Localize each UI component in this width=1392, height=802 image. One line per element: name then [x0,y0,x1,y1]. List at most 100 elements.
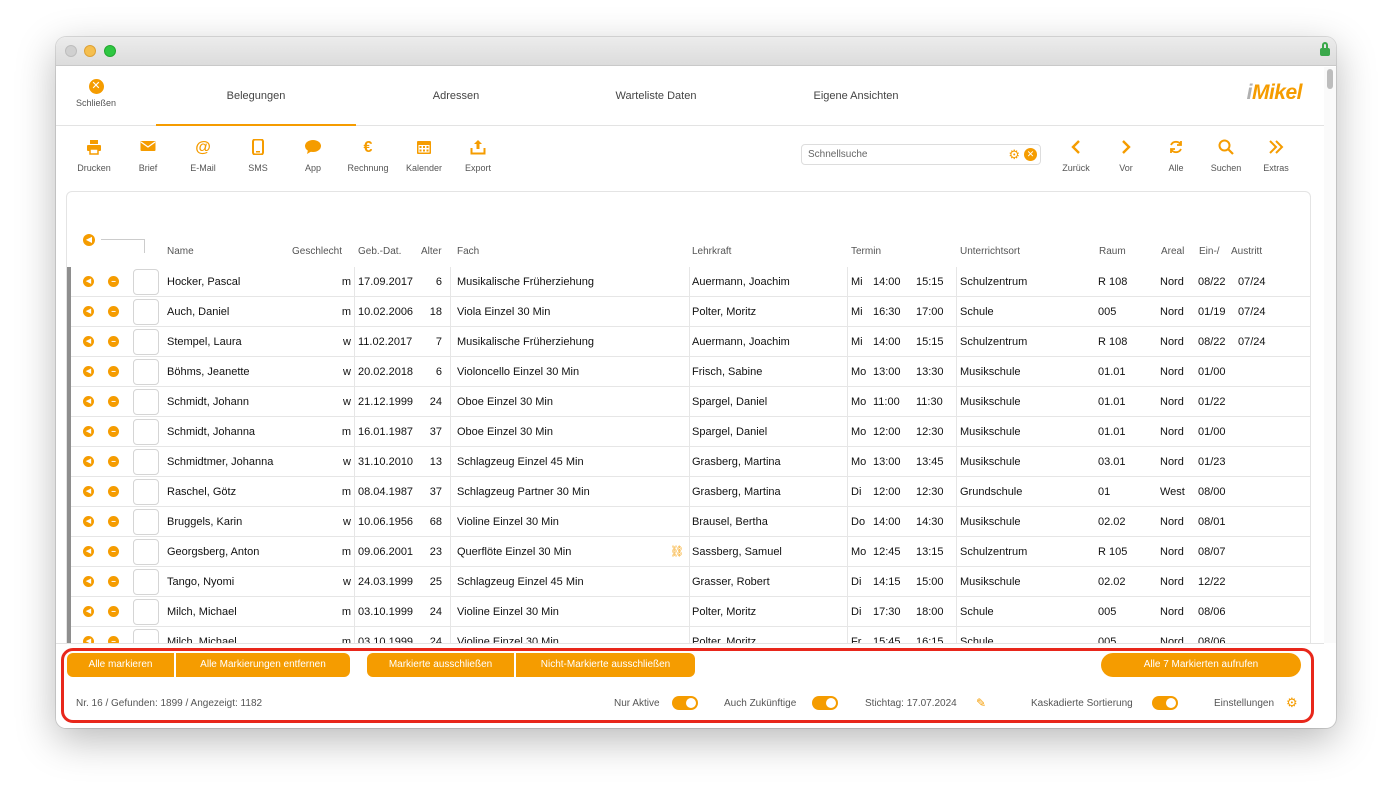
table-row[interactable]: ◀ − Georgsberg, Anton m 09.06.2001 23 Querflöt… [71,537,1310,567]
row-checkbox[interactable] [133,449,159,475]
open-record-icon[interactable]: ◀ [83,606,94,617]
header-fach[interactable]: Fach [457,246,479,257]
table-row[interactable]: ◀ − Tango, Nyomi w 24.03.1999 25 Schlagzeug Ei… [71,567,1310,597]
extras-button[interactable]: Extras [1251,139,1301,173]
row-checkbox[interactable] [133,359,159,385]
header-alter[interactable]: Alter [421,246,442,257]
settings-gear-icon[interactable]: ⚙ [1286,695,1298,711]
remove-icon[interactable]: − [108,366,119,377]
tab-belegungen[interactable]: Belegungen [156,67,356,126]
app-button[interactable]: App [288,139,338,173]
remove-icon[interactable]: − [108,516,119,527]
remove-icon[interactable]: − [108,606,119,617]
tab-eigene-ansichten[interactable]: Eigene Ansichten [756,67,956,126]
table-row[interactable]: ◀ − Böhms, Jeanette w 20.02.2018 6 Violoncello… [71,357,1310,387]
remove-icon[interactable]: − [108,576,119,587]
open-record-icon[interactable]: ◀ [83,366,94,377]
row-checkbox[interactable] [133,269,159,295]
remove-icon[interactable]: − [108,426,119,437]
back-button[interactable]: Zurück [1051,139,1101,173]
clear-search-icon[interactable]: ✕ [1024,148,1037,161]
remove-icon[interactable]: − [108,456,119,467]
gear-icon[interactable]: ⚙ [1008,147,1020,162]
row-checkbox[interactable] [133,329,159,355]
open-record-icon[interactable]: ◀ [83,456,94,467]
open-record-icon[interactable]: ◀ [83,486,94,497]
open-record-icon[interactable]: ◀ [83,396,94,407]
table-row[interactable]: ◀ − Stempel, Laura w 11.02.2017 7 Musikalische… [71,327,1310,357]
header-geschlecht[interactable]: Geschlecht [292,246,342,257]
header-name[interactable]: Name [167,246,194,257]
tab-adressen[interactable]: Adressen [356,67,556,126]
also-future-toggle[interactable] [812,696,838,710]
row-checkbox[interactable] [133,599,159,625]
table-row[interactable]: ◀ − Hocker, Pascal m 17.09.2017 6 Musikalische… [71,267,1310,297]
open-record-icon[interactable]: ◀ [83,276,94,287]
header-termin[interactable]: Termin [851,246,881,257]
table-row[interactable]: ◀ − Bruggels, Karin w 10.06.1956 68 Violine Ei… [71,507,1310,537]
window-close-button[interactable] [65,45,77,57]
remove-icon[interactable]: − [108,486,119,497]
tab-warteliste-daten[interactable]: Warteliste Daten [556,67,756,126]
window-minimize-button[interactable] [84,45,96,57]
exclude-marked-button[interactable]: Markierte ausschließen [367,653,514,677]
row-checkbox[interactable] [133,479,159,505]
export-button[interactable]: Export [453,139,503,173]
open-record-icon[interactable]: ◀ [83,336,94,347]
collapse-arrow-icon[interactable]: ◀ [83,234,95,246]
row-checkbox[interactable] [133,389,159,415]
table-row[interactable]: ◀ − Schmidtmer, Johanna w 31.10.2010 13 Schlag… [71,447,1310,477]
header-areal[interactable]: Areal [1161,246,1184,257]
cascade-sort-toggle[interactable] [1152,696,1178,710]
header-raum[interactable]: Raum [1099,246,1126,257]
remove-icon[interactable]: − [108,276,119,287]
all-button[interactable]: Alle [1151,139,1201,173]
header-unterrichtsort[interactable]: Unterrichtsort [960,246,1020,257]
table-row[interactable]: ◀ − Raschel, Götz m 08.04.1987 37 Schlagzeug P… [71,477,1310,507]
header-geb-dat[interactable]: Geb.-Dat. [358,246,401,257]
forward-button[interactable]: Vor [1101,139,1151,173]
scroll-thumb[interactable] [1327,69,1333,89]
open-record-icon[interactable]: ◀ [83,516,94,527]
close-view-button[interactable]: ✕ Schließen [66,79,126,108]
open-marked-button[interactable]: Alle 7 Markierten aufrufen [1101,653,1301,677]
header-lehrkraft[interactable]: Lehrkraft [692,246,731,257]
table-row[interactable]: ◀ − Auch, Daniel m 10.02.2006 18 Viola Einzel … [71,297,1310,327]
mark-all-button[interactable]: Alle markieren [67,653,174,677]
invoice-button[interactable]: € Rechnung [343,139,393,173]
only-active-toggle[interactable] [672,696,698,710]
pencil-icon[interactable]: ✎ [976,696,986,710]
window-maximize-button[interactable] [104,45,116,57]
letter-button[interactable]: Brief [123,139,173,173]
sms-button[interactable]: SMS [233,138,283,173]
vertical-scrollbar[interactable] [1324,67,1336,643]
row-checkbox[interactable] [133,569,159,595]
cell-raum: 02.02 [1098,576,1126,588]
search-input[interactable] [802,145,997,164]
open-record-icon[interactable]: ◀ [83,576,94,587]
email-button[interactable]: @ E-Mail [178,139,228,173]
print-button[interactable]: Drucken [69,139,119,173]
calendar-button[interactable]: Kalender [399,139,449,173]
open-record-icon[interactable]: ◀ [83,306,94,317]
remove-icon[interactable]: − [108,546,119,557]
remove-icon[interactable]: − [108,396,119,407]
link-icon[interactable]: ⛓ [670,545,684,558]
exclude-unmarked-button[interactable]: Nicht-Markierte ausschließen [516,653,695,677]
remove-icon[interactable]: − [108,336,119,347]
header-ein[interactable]: Ein-/ [1199,246,1220,257]
remove-icon[interactable]: − [108,306,119,317]
table-row[interactable]: ◀ − Schmidt, Johann w 21.12.1999 24 Oboe Einze… [71,387,1310,417]
table-row[interactable]: ◀ − Milch, Michael m 03.10.1999 24 Violine Ein… [71,597,1310,627]
row-checkbox[interactable] [133,419,159,445]
search-button[interactable]: Suchen [1201,139,1251,173]
open-record-icon[interactable]: ◀ [83,426,94,437]
remove-marks-button[interactable]: Alle Markierungen entfernen [176,653,350,677]
row-checkbox[interactable] [133,539,159,565]
open-record-icon[interactable]: ◀ [83,546,94,557]
row-checkbox[interactable] [133,299,159,325]
row-checkbox[interactable] [133,509,159,535]
settings-label[interactable]: Einstellungen [1214,698,1274,709]
header-austritt[interactable]: Austritt [1231,246,1262,257]
table-row[interactable]: ◀ − Schmidt, Johanna m 16.01.1987 37 Oboe Einz… [71,417,1310,447]
